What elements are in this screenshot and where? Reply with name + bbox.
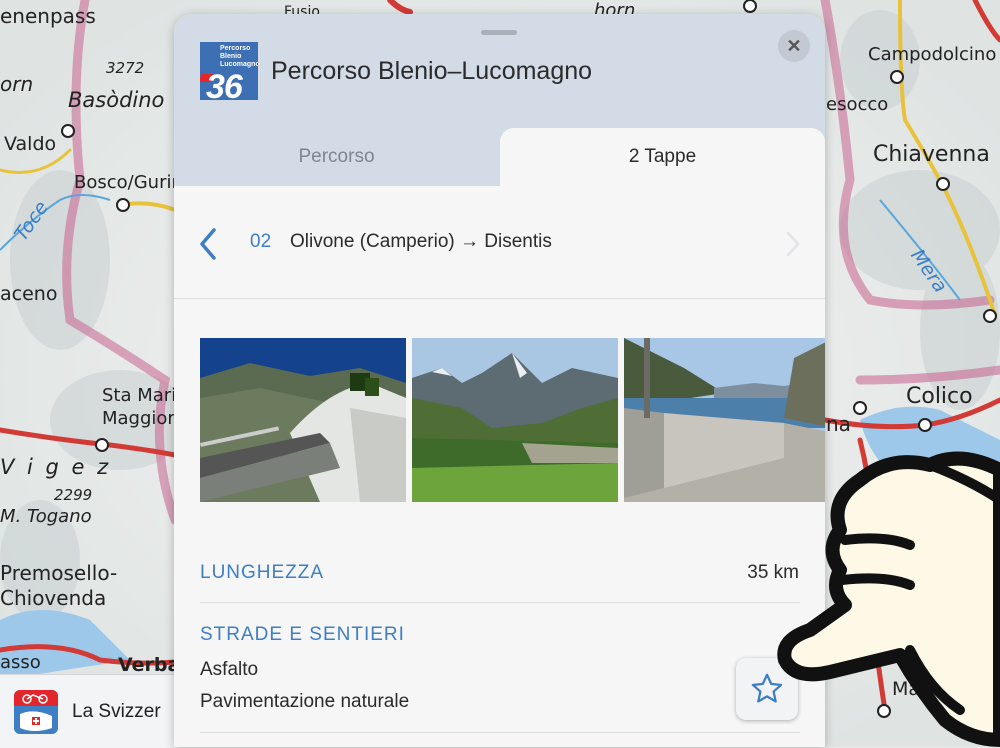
map-label: Campodolcino: [868, 44, 997, 65]
map-label: Colico: [906, 384, 973, 409]
close-button[interactable]: ✕: [778, 30, 810, 62]
map-label: Bosco/Gurin: [74, 172, 183, 193]
map-label: 3272: [106, 59, 145, 77]
divider: [200, 602, 800, 603]
map-label: Basòdino: [68, 88, 165, 112]
map-label: esocco: [826, 94, 889, 115]
panel-header: ✕ Percorso Blenio Lucomagno 36 Percorso …: [174, 14, 825, 186]
map-label: asso: [0, 652, 41, 673]
tab-percorso[interactable]: Percorso: [174, 128, 499, 186]
stage-number: 02: [250, 231, 272, 252]
road-type-item: Asfalto: [200, 659, 259, 680]
route-title: Percorso Blenio–Lucomagno: [271, 57, 593, 85]
map-label: Premosello-: [0, 561, 118, 585]
stage-photo[interactable]: [200, 338, 406, 502]
bike-route-app-icon[interactable]: [14, 689, 58, 734]
chevron-right-icon[interactable]: [784, 230, 802, 258]
chevron-left-icon[interactable]: [196, 226, 220, 262]
length-label: LUNGHEZZA: [200, 562, 325, 583]
map-label: orn: [0, 72, 34, 96]
tab-tappe[interactable]: 2 Tappe: [500, 128, 825, 186]
route-logo: Percorso Blenio Lucomagno 36: [200, 42, 258, 100]
map-label: aceno: [0, 283, 58, 305]
route-logo-number: 36: [206, 68, 243, 100]
bottom-app-bar[interactable]: La Svizzer: [0, 674, 174, 748]
road-type-item: Pavimentazione naturale: [200, 691, 410, 712]
map-label: Chiavenna: [873, 142, 990, 167]
stage-photo[interactable]: [412, 338, 618, 502]
drag-handle[interactable]: [481, 30, 517, 35]
route-logo-text: Percorso Blenio Lucomagno: [220, 45, 258, 68]
route-detail-panel: ✕ Percorso Blenio Lucomagno 36 Percorso …: [174, 14, 825, 747]
map-label: Chiovenda: [0, 586, 107, 610]
pointing-hand-icon: [777, 451, 1000, 747]
map-label: na: [826, 412, 851, 436]
map-label: Maggiore: [102, 408, 186, 429]
region-label: La Svizzer: [72, 700, 161, 722]
map-label: enenpass: [0, 4, 96, 28]
map-label: Valdo: [4, 133, 57, 155]
roads-label: STRADE E SENTIERI: [200, 624, 405, 645]
stage-selector: 02 Olivone (Camperio) → Disentis: [174, 186, 825, 299]
stage-name: Olivone (Camperio) → Disentis: [290, 231, 552, 252]
map-label: 2299: [54, 486, 93, 504]
close-icon: ✕: [786, 35, 802, 56]
map-label: Verba: [118, 654, 181, 676]
map-label: V i g e z: [0, 455, 112, 479]
divider: [200, 732, 800, 733]
map-label: M. Togano: [0, 506, 92, 527]
